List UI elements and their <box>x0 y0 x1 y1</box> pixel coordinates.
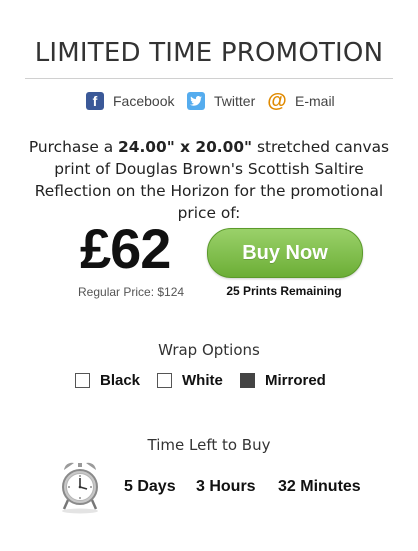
email-icon: @ <box>267 89 287 112</box>
wrap-option-label: Black <box>100 371 141 389</box>
checkbox[interactable] <box>75 372 90 388</box>
share-facebook[interactable]: f Facebook <box>86 90 174 112</box>
wrap-option-mirrored[interactable]: Mirrored <box>240 371 326 389</box>
wrap-option-black[interactable]: Black <box>75 371 140 389</box>
wrap-option-white[interactable]: White <box>157 371 223 389</box>
checkbox-selected[interactable] <box>240 372 255 388</box>
regular-price: Regular Price: $124 <box>78 285 185 299</box>
title-divider <box>25 78 393 79</box>
description-prefix: Purchase a <box>28 138 119 156</box>
share-email-label: E-mail <box>295 93 335 109</box>
promo-price: £62 <box>80 217 171 280</box>
facebook-icon: f <box>86 92 104 110</box>
prints-remaining: 25 Prints Remaining <box>226 284 342 298</box>
promotion-description: Purchase a 24.00" x 20.00" stretched can… <box>18 136 400 224</box>
print-size: 24.00" x 20.00" <box>118 138 253 156</box>
time-left-title: Time Left to Buy <box>147 436 271 454</box>
share-twitter[interactable]: Twitter <box>187 90 255 112</box>
wrap-option-label: White <box>182 371 223 389</box>
twitter-icon <box>187 92 205 110</box>
checkbox[interactable] <box>157 372 172 388</box>
alarm-clock-icon <box>62 462 98 514</box>
buy-now-button[interactable]: Buy Now <box>207 228 363 278</box>
timer-days: 5 Days <box>124 478 176 495</box>
share-bar: f Facebook Twitter @ E-mail <box>0 90 418 112</box>
wrap-options-title: Wrap Options <box>158 341 260 359</box>
timer-minutes: 32 Minutes <box>278 478 361 495</box>
share-facebook-label: Facebook <box>113 93 175 109</box>
wrap-option-label: Mirrored <box>265 371 326 389</box>
share-email[interactable]: @ E-mail <box>267 89 335 112</box>
timer-hours: 3 Hours <box>196 478 256 495</box>
share-twitter-label: Twitter <box>214 93 256 109</box>
promotion-title: LIMITED TIME PROMOTION <box>34 38 384 68</box>
